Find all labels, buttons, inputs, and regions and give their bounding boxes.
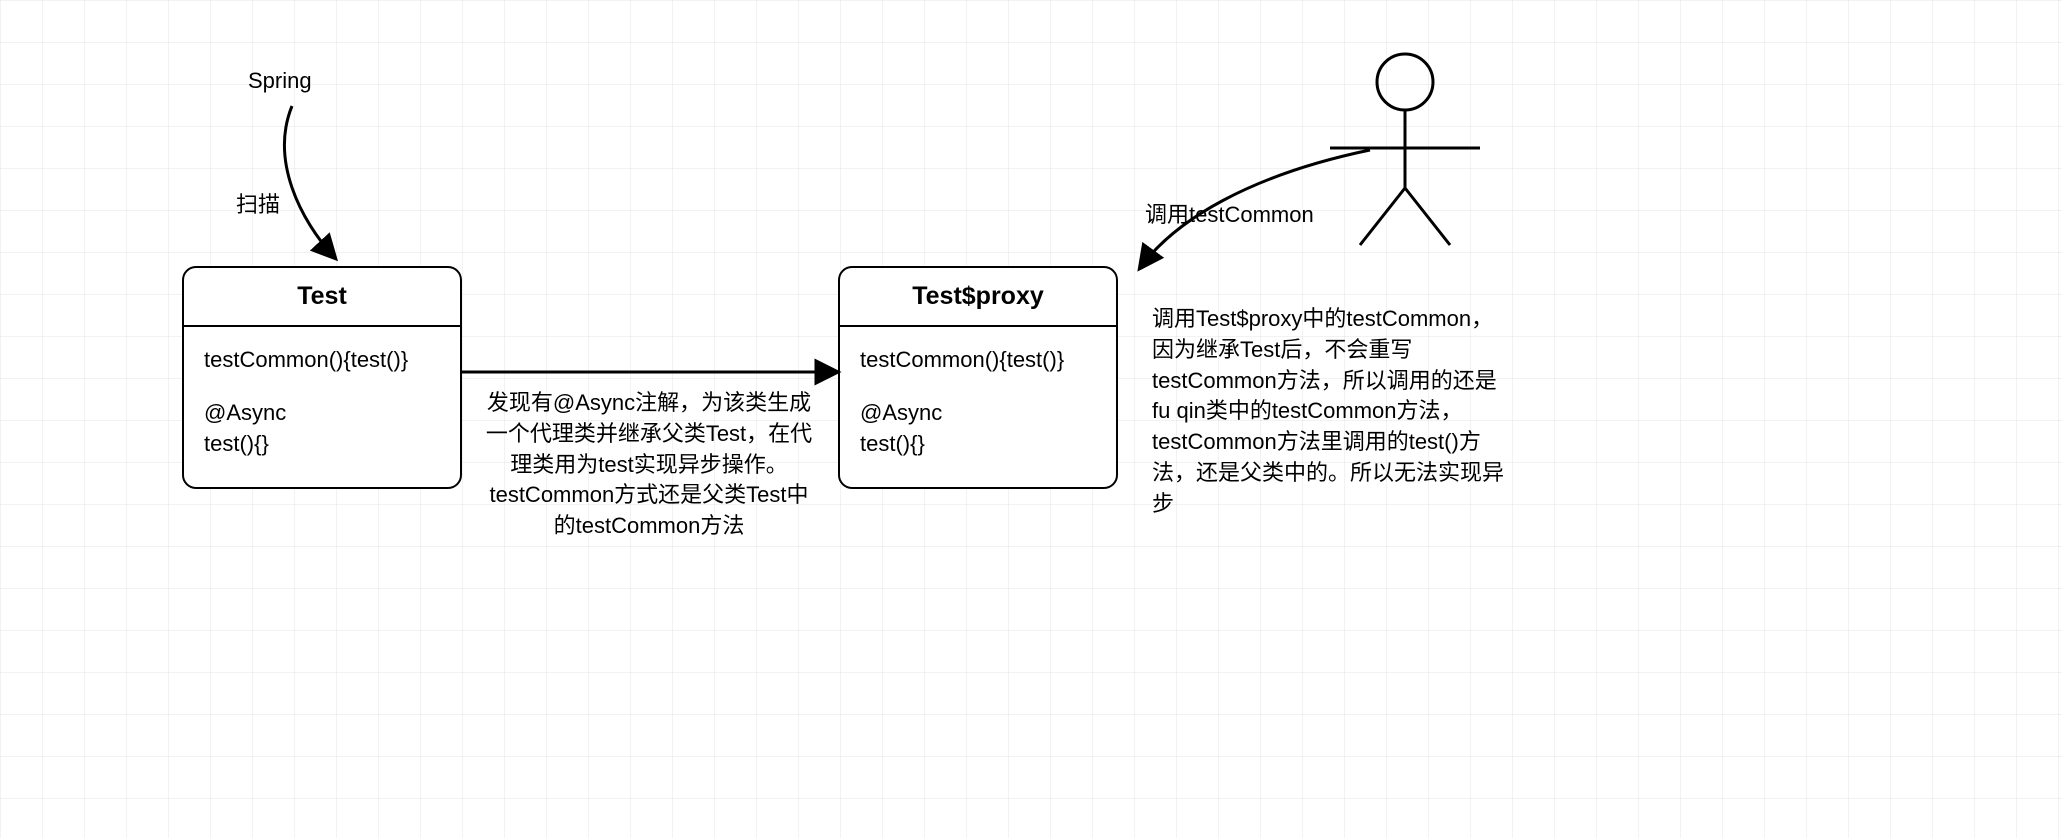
- proxy-method1: testCommon(){test()}: [860, 345, 1096, 376]
- test-annotation: @Async: [204, 398, 440, 429]
- class-title-test: Test: [184, 268, 460, 327]
- spring-label: Spring: [248, 66, 312, 97]
- class-title-proxy: Test$proxy: [840, 268, 1116, 327]
- test-method1: testCommon(){test()}: [204, 345, 440, 376]
- center-note: 发现有@Async注解，为该类生成一个代理类并继承父类Test，在代理类用为te…: [484, 388, 814, 542]
- class-body-test: testCommon(){test()} @Async test(){}: [184, 327, 460, 487]
- class-box-proxy: Test$proxy testCommon(){test()} @Async t…: [838, 266, 1118, 489]
- right-note: 调用Test$proxy中的testCommon，因为继承Test后，不会重写t…: [1152, 304, 1512, 520]
- scan-label: 扫描: [236, 190, 280, 221]
- class-body-proxy: testCommon(){test()} @Async test(){}: [840, 327, 1116, 487]
- proxy-method2: test(){}: [860, 429, 1096, 460]
- call-testcommon-label: 调用testCommon: [1145, 200, 1314, 231]
- proxy-annotation: @Async: [860, 398, 1096, 429]
- test-method2: test(){}: [204, 429, 440, 460]
- class-box-test: Test testCommon(){test()} @Async test(){…: [182, 266, 462, 489]
